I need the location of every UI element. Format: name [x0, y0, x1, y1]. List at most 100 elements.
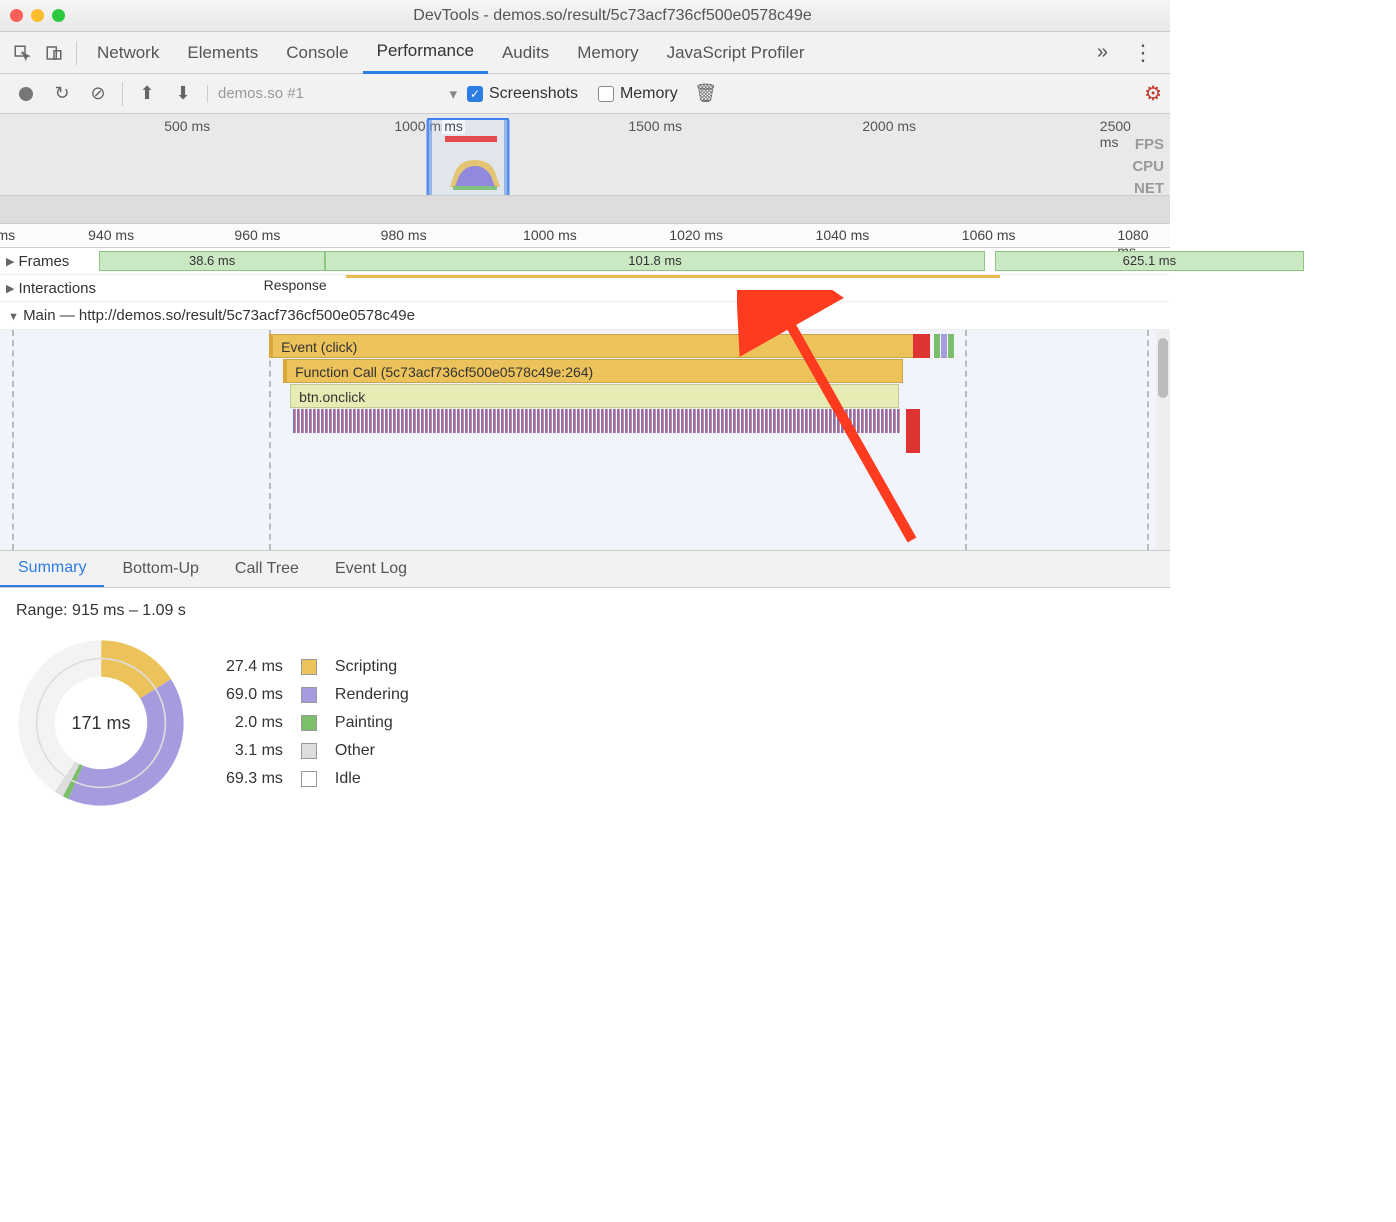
subtab-summary[interactable]: Summary [0, 551, 104, 587]
summary-range: Range: 915 ms – 1.09 s [16, 602, 1154, 620]
separator [122, 82, 123, 106]
subtab-bottom-up[interactable]: Bottom-Up [104, 552, 216, 586]
overview-ruler: 500 ms 1000 ms 1500 ms 2000 ms 2500 ms [0, 118, 1170, 136]
flame-layout-sliver [941, 334, 947, 358]
interactions-track-label: ▶ Interactions [0, 275, 140, 301]
overview-tick: 500 ms [164, 118, 210, 134]
expand-triangle-icon[interactable]: ▶ [6, 255, 14, 268]
frame-segment[interactable]: 625.1 ms [995, 251, 1304, 271]
ruler-tick: 940 ms [88, 227, 134, 243]
legend-swatch [293, 738, 325, 764]
reload-record-button[interactable]: ↻ [48, 80, 76, 108]
overview-timeline[interactable]: 500 ms 1000 ms 1500 ms 2000 ms 2500 ms m… [0, 114, 1170, 224]
flame-paint-sliver [948, 334, 954, 358]
tab-network[interactable]: Network [83, 33, 173, 73]
checkbox-checked-icon: ✓ [467, 86, 483, 102]
tab-memory[interactable]: Memory [563, 33, 652, 73]
inspect-element-icon[interactable] [12, 43, 32, 63]
legend-label: Rendering [327, 682, 417, 708]
legend-row: 3.1 msOther [218, 738, 417, 764]
flame-long-task-marker [906, 409, 920, 453]
legend-label: Scripting [327, 654, 417, 680]
ruler-tick: 1040 ms [816, 227, 870, 243]
ruler-tick: ms [0, 227, 15, 243]
range-guide [965, 330, 967, 550]
flame-micro-tasks[interactable] [293, 409, 901, 433]
chevron-down-icon: ▾ [449, 85, 457, 103]
summary-donut-chart: 171 ms [16, 638, 186, 808]
legend-ms: 69.3 ms [218, 766, 291, 792]
legend-row: 2.0 ms Painting [218, 710, 417, 736]
main-flamechart[interactable]: Event (click) Function Call (5c73acf736c… [0, 330, 1170, 550]
range-guide [269, 330, 271, 550]
kebab-menu-icon[interactable]: ⋮ [1122, 40, 1164, 66]
expand-triangle-icon[interactable]: ▶ [6, 282, 14, 295]
window-title: DevTools - demos.so/result/5c73acf736cf5… [65, 7, 1160, 25]
frame-segment[interactable]: 38.6 ms [99, 251, 326, 271]
subtab-event-log[interactable]: Event Log [317, 552, 425, 586]
tab-audits[interactable]: Audits [488, 33, 563, 73]
panel-tabs: Network Elements Console Performance Aud… [0, 32, 1170, 74]
more-tabs-icon[interactable]: » [1083, 41, 1122, 64]
interaction-response-label: Response [264, 277, 327, 293]
separator [76, 41, 77, 65]
upload-profile-icon[interactable]: ⬆ [133, 80, 161, 108]
clear-button[interactable]: ⊘ [84, 80, 112, 108]
interactions-track[interactable]: ▶ Interactions Response [0, 275, 1170, 302]
legend-row: 69.3 msIdle [218, 766, 417, 792]
detail-ruler[interactable]: ms 940 ms 960 ms 980 ms 1000 ms 1020 ms … [0, 224, 1170, 248]
ruler-tick: 980 ms [381, 227, 427, 243]
memory-label: Memory [620, 85, 678, 103]
legend-ms: 3.1 ms [218, 738, 291, 764]
recording-select-label: demos.so #1 [218, 85, 304, 102]
device-toolbar-icon[interactable] [44, 43, 64, 63]
legend-row: 27.4 ms Scripting [218, 654, 417, 680]
legend-ms: 2.0 ms [218, 710, 291, 736]
lane-label-cpu: CPU [1132, 156, 1164, 178]
range-guide [12, 330, 14, 550]
scrollbar-thumb[interactable] [1158, 338, 1168, 398]
legend-label: Painting [327, 710, 417, 736]
ruler-tick: 1060 ms [962, 227, 1016, 243]
settings-gear-icon[interactable]: ⚙ [1144, 81, 1162, 106]
overview-net-lane [0, 195, 1170, 223]
ruler-tick: 1020 ms [669, 227, 723, 243]
legend-ms: 69.0 ms [218, 682, 291, 708]
interactions-label-text: Interactions [18, 280, 96, 297]
tab-js-profiler[interactable]: JavaScript Profiler [653, 33, 819, 73]
legend-swatch [293, 766, 325, 792]
close-window-button[interactable] [10, 9, 23, 22]
ruler-tick: 1000 ms [523, 227, 577, 243]
flame-function-call[interactable]: Function Call (5c73acf736cf500e0578c49e:… [283, 359, 903, 383]
flame-event-click[interactable]: Event (click) [269, 334, 924, 358]
frames-track[interactable]: ▶ Frames 38.6 ms 101.8 ms 625.1 ms [0, 248, 1170, 275]
tab-performance[interactable]: Performance [363, 31, 488, 74]
summary-donut-total: 171 ms [16, 638, 186, 808]
overview-lane-labels: FPS CPU NET [1132, 134, 1164, 200]
checkbox-unchecked-icon [598, 86, 614, 102]
flame-long-task-marker [913, 334, 931, 358]
lane-label-fps: FPS [1132, 134, 1164, 156]
frames-label-text: Frames [18, 253, 69, 270]
download-profile-icon[interactable]: ⬇ [169, 80, 197, 108]
zoom-window-button[interactable] [52, 9, 65, 22]
flame-btn-onclick[interactable]: btn.onclick [290, 384, 898, 408]
tab-console[interactable]: Console [272, 33, 362, 73]
subtab-call-tree[interactable]: Call Tree [217, 552, 317, 586]
screenshots-checkbox[interactable]: ✓ Screenshots [467, 85, 578, 103]
expand-triangle-icon[interactable]: ▼ [8, 311, 19, 323]
window-titlebar: DevTools - demos.so/result/5c73acf736cf5… [0, 0, 1170, 32]
memory-checkbox[interactable]: Memory [598, 85, 678, 103]
flamechart-scrollbar[interactable] [1156, 330, 1170, 550]
minimize-window-button[interactable] [31, 9, 44, 22]
frame-segment[interactable]: 101.8 ms [325, 251, 984, 271]
tab-elements[interactable]: Elements [173, 33, 272, 73]
legend-ms: 27.4 ms [218, 654, 291, 680]
interaction-response-bar[interactable] [346, 275, 1000, 278]
legend-swatch [293, 654, 325, 680]
main-thread-header[interactable]: ▼ Main — http://demos.so/result/5c73acf7… [0, 302, 1170, 330]
recording-select[interactable]: demos.so #1 ▾ [207, 85, 457, 103]
legend-swatch [293, 682, 325, 708]
gc-button[interactable]: 🗑 [692, 80, 720, 108]
record-button[interactable] [12, 80, 40, 108]
